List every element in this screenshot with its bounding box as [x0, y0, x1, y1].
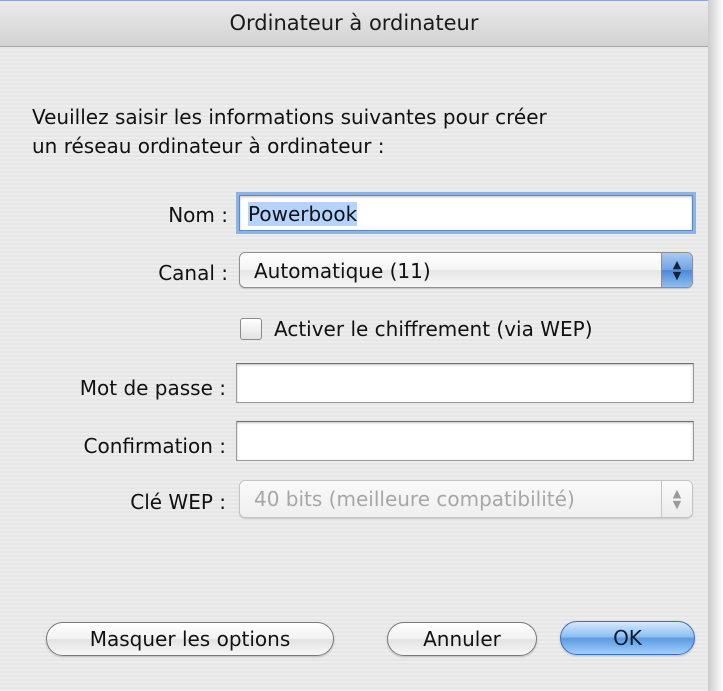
dialog-window: Ordinateur à ordinateur Veuillez saisir …: [0, 0, 708, 691]
channel-popup-value: Automatique (11): [254, 259, 431, 283]
instructions-line-1: Veuillez saisir les informations suivant…: [32, 105, 547, 129]
window-shadow: [707, 0, 723, 691]
name-field[interactable]: Powerbook: [239, 195, 693, 231]
wep-key-label: Clé WEP :: [130, 490, 226, 514]
window-title: Ordinateur à ordinateur: [229, 11, 479, 35]
title-bar[interactable]: Ordinateur à ordinateur: [0, 1, 708, 47]
password-label: Mot de passe :: [79, 376, 226, 400]
encryption-label[interactable]: Activer le chiffrement (via WEP): [274, 317, 593, 341]
name-field-value: Powerbook: [248, 202, 358, 226]
instructions-line-2: un réseau ordinateur à ordinateur :: [32, 134, 385, 158]
wep-key-popup-value: 40 bits (meilleure compatibilité): [254, 487, 575, 511]
cancel-button[interactable]: Annuler: [387, 622, 537, 656]
up-down-arrows-icon: ▲ ▼: [661, 253, 692, 287]
confirm-label: Confirmation :: [83, 434, 227, 458]
channel-label: Canal :: [158, 261, 228, 285]
password-field[interactable]: [236, 363, 694, 403]
instructions-text: Veuillez saisir les informations suivant…: [32, 103, 692, 161]
confirm-field[interactable]: [236, 421, 694, 461]
hide-options-button[interactable]: Masquer les options: [46, 622, 334, 656]
encryption-checkbox[interactable]: [240, 318, 262, 340]
wep-key-popup[interactable]: 40 bits (meilleure compatibilité) ▲ ▼: [239, 480, 693, 518]
up-down-arrows-icon: ▲ ▼: [661, 481, 692, 517]
ok-button[interactable]: OK: [560, 621, 695, 655]
name-label: Nom :: [168, 203, 228, 227]
channel-popup[interactable]: Automatique (11) ▲ ▼: [239, 252, 693, 288]
